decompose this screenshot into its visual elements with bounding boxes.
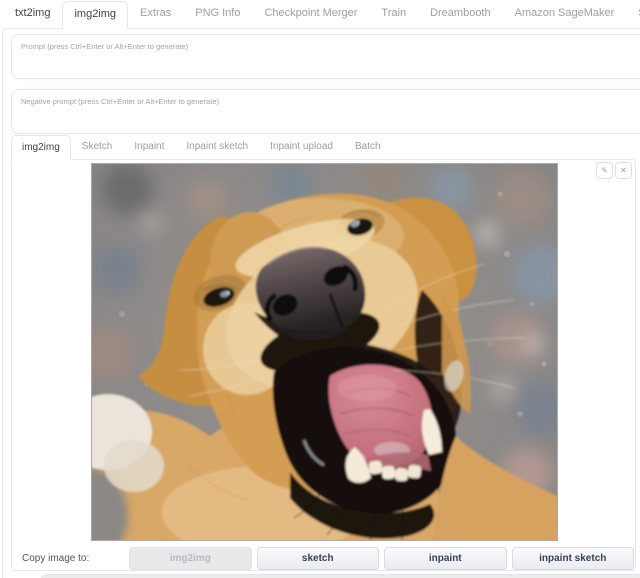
tab-train[interactable]: Train — [369, 0, 418, 28]
image-toolbar: ✎ ✕ — [596, 162, 632, 179]
tab-batch[interactable]: Batch — [344, 134, 392, 160]
dog-photo-illustration — [92, 164, 557, 540]
copy-to-inpaint-button[interactable]: inpaint — [384, 547, 507, 570]
app-window: txt2img img2img Extras PNG Info Checkpoi… — [0, 0, 640, 578]
close-icon: ✕ — [620, 167, 627, 175]
copy-image-to-label: Copy image to: — [22, 553, 124, 564]
next-section-peek — [39, 574, 640, 578]
tab-inpaint[interactable]: Inpaint — [123, 134, 175, 160]
tab-img2img-mode[interactable]: img2img — [11, 135, 71, 161]
tab-txt2img[interactable]: txt2img — [3, 0, 62, 28]
tab-amazon-sagemaker[interactable]: Amazon SageMaker — [503, 0, 627, 28]
tab-sketch[interactable]: Sketch — [71, 134, 124, 160]
pencil-icon: ✎ — [601, 167, 608, 175]
prompt-input[interactable] — [11, 34, 640, 79]
tab-inpaint-upload[interactable]: Inpaint upload — [259, 134, 344, 160]
tab-extras[interactable]: Extras — [128, 0, 183, 28]
copy-to-inpaint-sketch-button[interactable]: inpaint sketch — [512, 547, 635, 570]
edit-image-icon[interactable]: ✎ — [596, 162, 613, 179]
tab-img2img[interactable]: img2img — [62, 1, 128, 29]
copy-image-to-row: Copy image to: img2img sketch inpaint in… — [22, 546, 634, 570]
clear-image-icon[interactable]: ✕ — [615, 162, 632, 179]
tab-checkpoint-merger[interactable]: Checkpoint Merger — [252, 0, 369, 28]
copy-to-sketch-button[interactable]: sketch — [257, 547, 380, 570]
tab-dreambooth[interactable]: Dreambooth — [418, 0, 503, 28]
img2img-tab-panel: img2img Sketch Inpaint Inpaint sketch In… — [2, 28, 640, 578]
img2img-source-panel: ✎ ✕ — [11, 159, 636, 571]
negative-prompt-input[interactable] — [11, 89, 640, 134]
copy-to-img2img-button[interactable]: img2img — [129, 547, 252, 570]
tab-settings[interactable]: Settings — [626, 0, 640, 28]
tab-png-info[interactable]: PNG Info — [183, 0, 252, 28]
main-tab-bar: txt2img img2img Extras PNG Info Checkpoi… — [0, 0, 640, 28]
img2img-mode-tab-bar: img2img Sketch Inpaint Inpaint sketch In… — [11, 135, 392, 160]
source-image[interactable] — [92, 164, 557, 540]
tab-inpaint-sketch[interactable]: Inpaint sketch — [175, 134, 259, 160]
